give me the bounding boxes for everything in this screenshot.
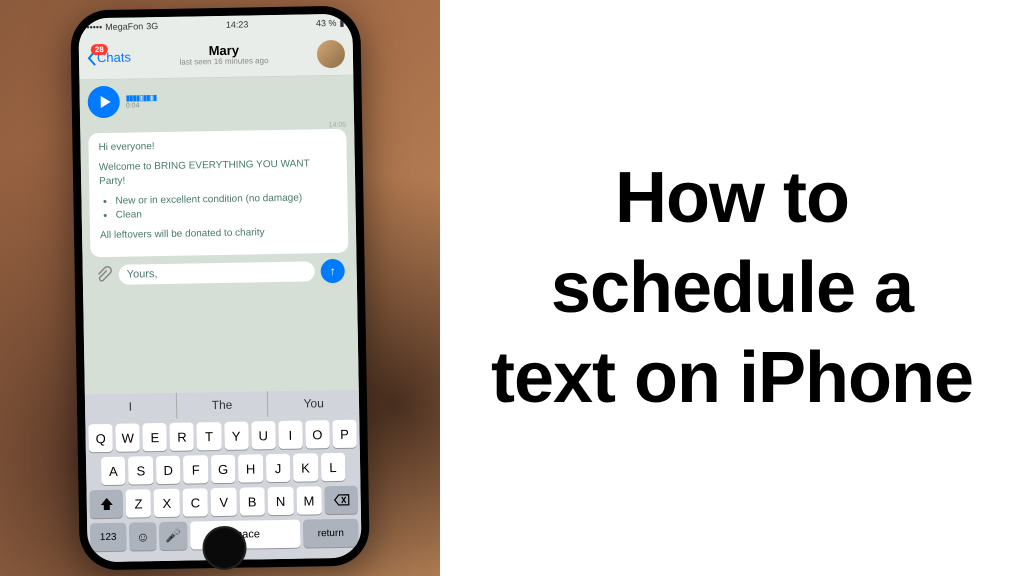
key-x[interactable]: X (154, 489, 180, 517)
numbers-key[interactable]: 123 (90, 523, 126, 552)
avatar[interactable] (317, 39, 345, 67)
waveform-icon: ▮▮▮▮▯▮▮▯▮ (126, 93, 157, 103)
back-button[interactable]: Chats 28 (87, 49, 131, 66)
key-s[interactable]: S (128, 456, 153, 484)
key-a[interactable]: A (101, 457, 126, 485)
send-button[interactable]: ↑ (321, 259, 345, 283)
key-y[interactable]: Y (224, 422, 249, 450)
key-h[interactable]: H (238, 454, 263, 482)
signal-icon: ••••• (86, 22, 102, 32)
key-c[interactable]: C (182, 488, 208, 516)
suggestion[interactable]: I (85, 393, 177, 421)
key-k[interactable]: K (293, 453, 318, 481)
arrow-up-icon: ↑ (330, 264, 336, 278)
return-key[interactable]: return (303, 519, 359, 548)
key-l[interactable]: L (320, 453, 345, 481)
play-button[interactable] (87, 86, 120, 119)
battery-label: 43 % (316, 18, 337, 28)
key-m[interactable]: M (296, 486, 322, 514)
shift-key[interactable] (89, 490, 123, 519)
voice-duration: 0:04 (126, 102, 157, 110)
compose-row: Yours, ↑ (91, 259, 349, 287)
emoji-key[interactable]: ☺ (129, 522, 157, 550)
iphone-device: ••••• MegaFon 3G 14:23 43 % ▮ Chats 28 M… (70, 6, 370, 571)
key-e[interactable]: E (143, 423, 168, 451)
clock-label: 14:23 (226, 19, 249, 29)
backspace-icon (333, 494, 349, 506)
last-seen-label: last seen 16 minutes ago (137, 57, 311, 69)
key-i[interactable]: I (278, 421, 303, 449)
photo-panel: ••••• MegaFon 3G 14:23 43 % ▮ Chats 28 M… (0, 0, 440, 576)
page-title: How to schedule a text on iPhone (480, 153, 984, 423)
key-o[interactable]: O (305, 420, 330, 448)
suggestion[interactable]: The (176, 391, 268, 419)
mic-key[interactable]: 🎤 (159, 522, 187, 550)
key-v[interactable]: V (211, 488, 237, 516)
key-r[interactable]: R (170, 422, 195, 450)
phone-screen: ••••• MegaFon 3G 14:23 43 % ▮ Chats 28 M… (78, 14, 361, 563)
msg-footer: All leftovers will be donated to charity (100, 225, 338, 243)
key-t[interactable]: T (197, 422, 222, 450)
home-button[interactable] (202, 526, 247, 571)
message-bubble[interactable]: Hi everyone! Welcome to BRING EVERYTHING… (88, 129, 348, 257)
key-j[interactable]: J (266, 454, 291, 482)
key-q[interactable]: Q (88, 424, 113, 452)
mic-icon: 🎤 (165, 528, 181, 544)
carrier-label: MegaFon (105, 21, 143, 32)
key-z[interactable]: Z (126, 489, 152, 517)
key-p[interactable]: P (332, 420, 357, 448)
unread-badge: 28 (91, 43, 108, 54)
title-panel: How to schedule a text on iPhone (440, 0, 1024, 576)
voice-message[interactable]: ▮▮▮▮▯▮▮▯▮ 0:04 (87, 82, 346, 118)
backspace-key[interactable] (324, 486, 358, 515)
key-d[interactable]: D (156, 456, 181, 484)
key-b[interactable]: B (239, 487, 265, 515)
network-label: 3G (146, 21, 158, 31)
chat-header: Chats 28 Mary last seen 16 minutes ago (79, 32, 354, 81)
play-icon (100, 96, 110, 108)
key-u[interactable]: U (251, 421, 276, 449)
key-f[interactable]: F (183, 455, 208, 483)
msg-intro: Welcome to BRING EVERYTHING YOU WANT Par… (99, 157, 337, 189)
battery-icon: ▮ (339, 17, 344, 28)
msg-greeting: Hi everyone! (98, 137, 336, 155)
suggestion[interactable]: You (268, 390, 359, 418)
message-input[interactable]: Yours, (119, 261, 315, 284)
chat-body[interactable]: ▮▮▮▮▯▮▮▯▮ 0:04 14:05 Hi everyone! Welcom… (79, 76, 358, 395)
attachment-icon[interactable] (95, 266, 113, 284)
key-n[interactable]: N (268, 487, 294, 515)
key-g[interactable]: G (211, 455, 236, 483)
shift-icon (99, 497, 113, 511)
key-w[interactable]: W (115, 423, 140, 451)
emoji-icon: ☺ (136, 529, 150, 544)
